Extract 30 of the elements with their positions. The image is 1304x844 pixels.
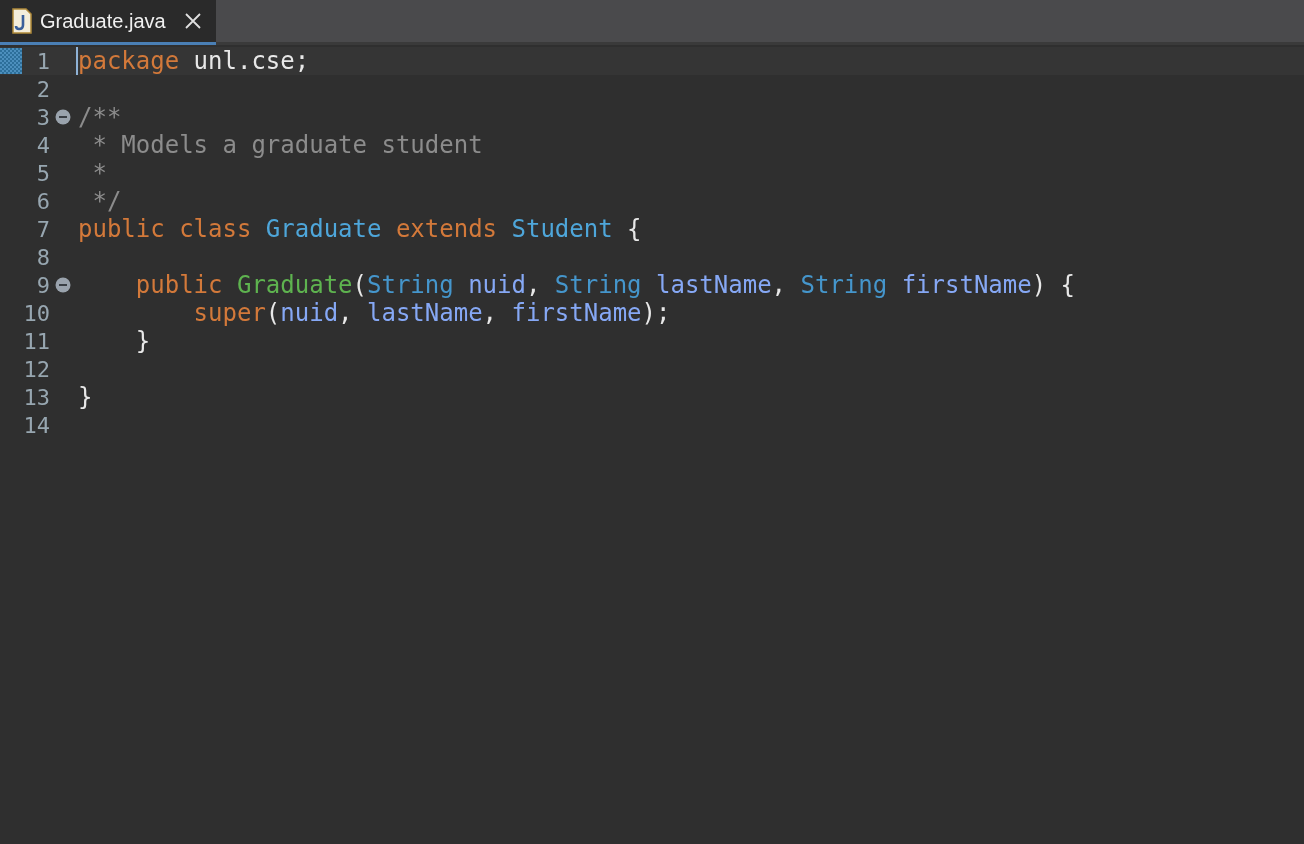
editor-tab[interactable]: Graduate.java [0, 0, 216, 45]
code-line: super(nuid, lastName, firstName); [192, 299, 671, 327]
collapse-icon[interactable] [55, 277, 71, 293]
line-number: 3 [35, 104, 50, 130]
code-line: public class Graduate extends Student { [77, 215, 642, 243]
code-line: /** [77, 103, 122, 131]
line-number: 11 [22, 328, 50, 354]
line-number: 9 [35, 272, 50, 298]
code-line: } [77, 383, 93, 411]
line-number: 2 [35, 76, 50, 102]
line-number: 10 [22, 300, 50, 326]
code-line: * Models a graduate student [91, 131, 483, 159]
line-number: 7 [35, 216, 50, 242]
line-number: 8 [35, 244, 50, 270]
collapse-icon[interactable] [55, 109, 71, 125]
line-number: 14 [22, 412, 50, 438]
line-number: 6 [35, 188, 50, 214]
line-number: 12 [22, 356, 50, 382]
code-line: */ [91, 187, 122, 215]
close-icon[interactable] [183, 12, 202, 30]
line-number: 13 [22, 384, 50, 410]
current-line-marker-icon [0, 48, 22, 74]
java-file-icon [12, 8, 32, 34]
line-number: 5 [35, 160, 50, 186]
code-line: package unl.cse; [76, 47, 310, 75]
code-line: * [91, 159, 107, 187]
code-line: } [134, 327, 151, 355]
line-number: 1 [35, 48, 50, 74]
code-line: public Graduate(String nuid, String lastName, String firstName) { [134, 271, 1076, 299]
line-number: 4 [35, 132, 50, 158]
